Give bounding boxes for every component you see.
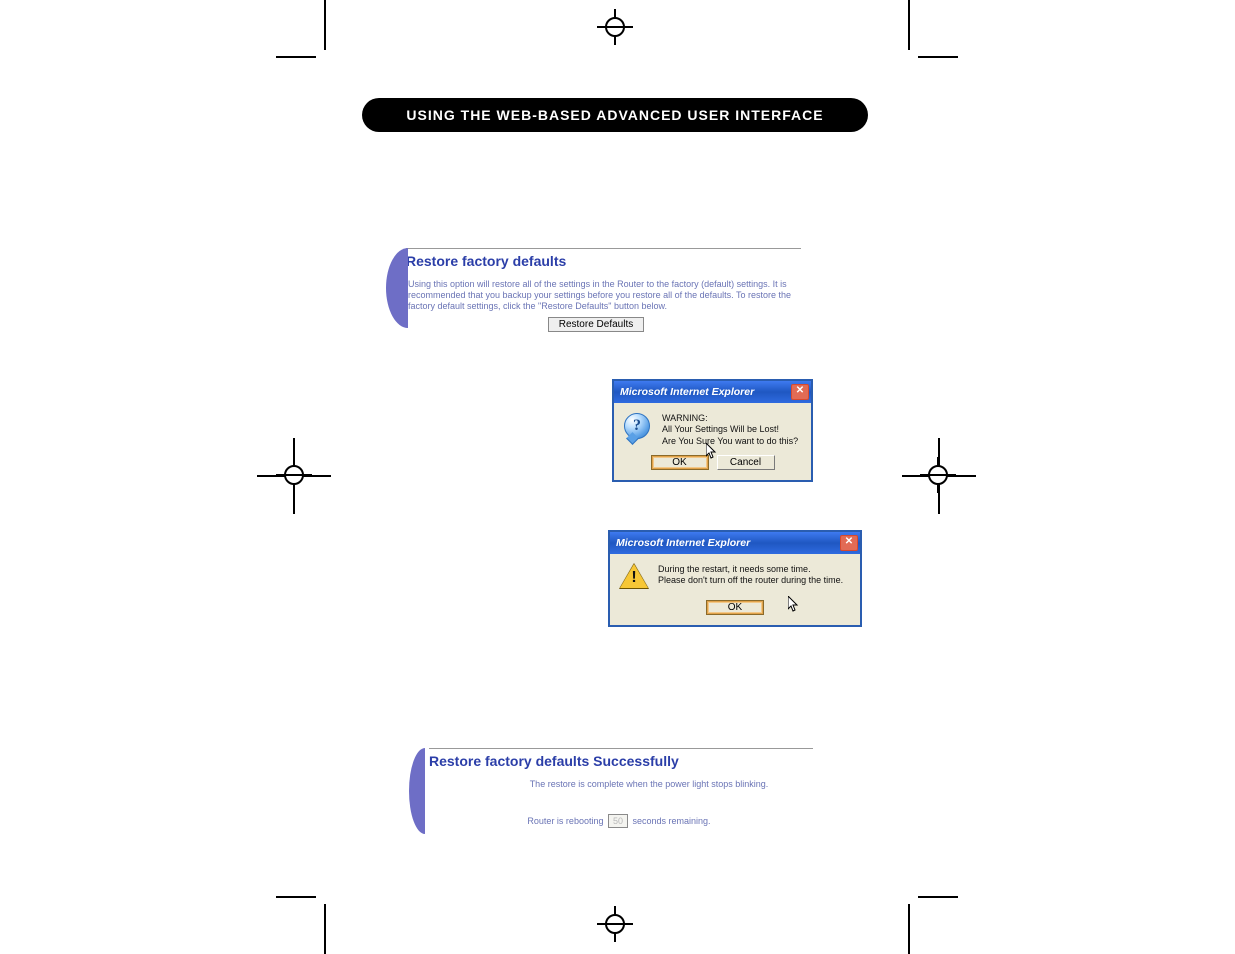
question-icon: ? — [624, 413, 652, 441]
crop-mark — [324, 0, 326, 50]
warning-icon: ! — [620, 564, 648, 592]
dialog-close-button[interactable]: ✕ — [840, 535, 858, 551]
dialog-message-line: Are You Sure You want to do this? — [662, 436, 798, 447]
restore-success-message: The restore is complete when the power l… — [489, 779, 809, 790]
dialog-message: WARNING: All Your Settings Will be Lost!… — [662, 413, 798, 447]
close-icon: ✕ — [845, 537, 853, 547]
reboot-suffix: seconds remaining. — [633, 816, 711, 826]
registration-mark-icon — [920, 457, 956, 493]
restore-defaults-description: Using this option will restore all of th… — [408, 279, 806, 311]
reboot-prefix: Router is rebooting — [527, 816, 603, 826]
crop-mark — [938, 438, 940, 514]
restart-ok-button[interactable]: OK — [706, 600, 764, 615]
restart-notice-dialog: Microsoft Internet Explorer ✕ ! During t… — [608, 530, 862, 627]
dialog-title: Microsoft Internet Explorer — [620, 386, 754, 398]
crop-mark — [918, 56, 958, 58]
dialog-message-line: Please don't turn off the router during … — [658, 575, 843, 586]
crop-mark — [324, 904, 326, 954]
dialog-titlebar: Microsoft Internet Explorer ✕ — [614, 381, 811, 403]
panel-divider — [406, 248, 801, 249]
crop-mark — [276, 896, 316, 898]
dialog-title: Microsoft Internet Explorer — [616, 537, 750, 549]
dialog-close-button[interactable]: ✕ — [791, 384, 809, 400]
confirm-restore-dialog: Microsoft Internet Explorer ✕ ? WARNING:… — [612, 379, 813, 482]
restore-success-panel: Restore factory defaults Successfully Th… — [409, 748, 829, 828]
dialog-message-line: WARNING: — [662, 413, 798, 424]
registration-mark-icon — [276, 457, 312, 493]
restore-success-title: Restore factory defaults Successfully — [429, 751, 829, 769]
dialog-titlebar: Microsoft Internet Explorer ✕ — [610, 532, 860, 554]
crop-mark — [908, 904, 910, 954]
dialog-message: During the restart, it needs some time. … — [658, 564, 843, 592]
page-section-title: USING THE WEB-BASED ADVANCED USER INTERF… — [362, 98, 868, 132]
crop-mark — [257, 475, 331, 477]
panel-accent-decoration — [386, 248, 408, 328]
registration-mark-icon — [597, 906, 633, 942]
crop-mark — [918, 896, 958, 898]
crop-mark — [293, 438, 295, 514]
restore-defaults-button[interactable]: Restore Defaults — [548, 317, 644, 332]
crop-mark — [902, 475, 976, 477]
restore-defaults-panel: Restore factory defaults Using this opti… — [386, 248, 806, 332]
dialog-message-line: All Your Settings Will be Lost! — [662, 424, 798, 435]
dialog-message-line: During the restart, it needs some time. — [658, 564, 843, 575]
confirm-cancel-button[interactable]: Cancel — [717, 455, 775, 470]
restore-defaults-title: Restore factory defaults — [406, 251, 806, 269]
close-icon: ✕ — [796, 386, 804, 396]
registration-mark-icon — [597, 9, 633, 45]
crop-mark — [276, 56, 316, 58]
panel-divider — [429, 748, 813, 749]
crop-mark — [908, 0, 910, 50]
reboot-countdown: Router is rebooting 50 seconds remaining… — [409, 814, 829, 828]
reboot-seconds-value: 50 — [608, 814, 628, 828]
confirm-ok-button[interactable]: OK — [651, 455, 709, 470]
